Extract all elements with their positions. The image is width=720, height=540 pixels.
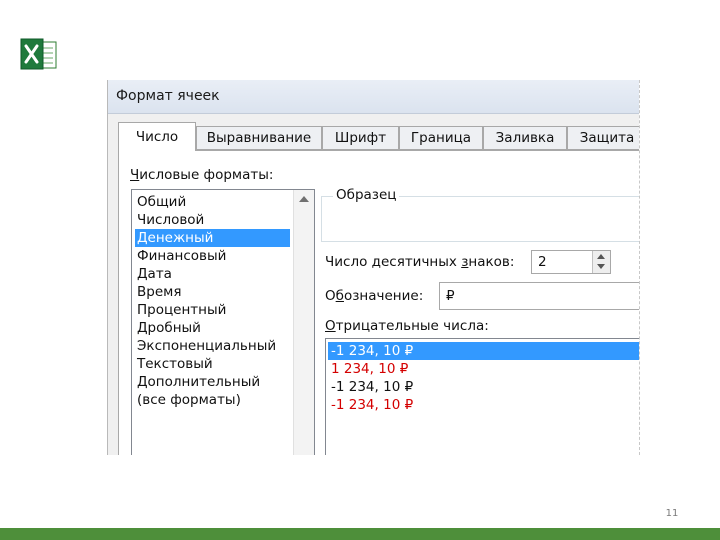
dialog-title: Формат ячеек xyxy=(116,88,220,104)
format-item-text[interactable]: Текстовый xyxy=(135,355,290,373)
format-item-date[interactable]: Дата xyxy=(135,265,290,283)
footer-bar xyxy=(0,528,720,540)
format-cells-dialog: Формат ячеек Число Выравнивание Шрифт Гр… xyxy=(107,80,640,455)
symbol-label: Обозначение: xyxy=(325,288,423,304)
negatives-label-text: трицательные числа: xyxy=(335,318,489,334)
format-item-accounting[interactable]: Финансовый xyxy=(135,247,290,265)
format-item-fraction[interactable]: Дробный xyxy=(135,319,290,337)
format-item-percentage[interactable]: Процентный xyxy=(135,301,290,319)
slide-number: 11 xyxy=(665,508,679,519)
format-item-time[interactable]: Время xyxy=(135,283,290,301)
list-scrollbar[interactable] xyxy=(293,190,314,455)
decimals-label-b: наков: xyxy=(468,254,515,270)
negatives-label: Отрицательные числа: xyxy=(325,318,489,334)
decimals-stepper[interactable]: 2 xyxy=(531,250,611,274)
decimals-label: Число десятичных знаков: xyxy=(325,254,514,270)
number-formats-label-text: исловые форматы: xyxy=(139,167,274,183)
number-formats-label: Числовые форматы: xyxy=(130,167,273,183)
decimals-label-a: Число десятичных xyxy=(325,254,462,270)
format-item-custom[interactable]: (все форматы) xyxy=(135,391,290,409)
format-item-special[interactable]: Дополнительный xyxy=(135,373,290,391)
format-item-currency[interactable]: Денежный xyxy=(135,229,290,247)
tab-font[interactable]: Шрифт xyxy=(322,126,399,150)
format-item-number[interactable]: Числовой xyxy=(135,211,290,229)
scroll-up-icon[interactable] xyxy=(299,196,309,202)
decimals-value[interactable]: 2 xyxy=(538,254,547,270)
symbol-label-b: означение: xyxy=(343,288,424,304)
stepper-buttons[interactable] xyxy=(592,251,610,273)
negative-option-1[interactable]: -1 234, 10 ₽ xyxy=(328,342,639,360)
format-item-scientific[interactable]: Экспоненциальный xyxy=(135,337,290,355)
currency-symbol-value[interactable]: ₽ xyxy=(446,288,455,304)
negative-option-2[interactable]: 1 234, 10 ₽ xyxy=(328,360,639,378)
currency-symbol-select[interactable]: ₽ xyxy=(439,282,639,310)
excel-icon xyxy=(20,38,58,72)
sample-label: Образец xyxy=(333,187,400,203)
format-item-general[interactable]: Общий xyxy=(135,193,290,211)
number-formats-list[interactable]: Общий Числовой Денежный Финансовый Дата … xyxy=(131,189,315,455)
tab-alignment[interactable]: Выравнивание xyxy=(196,126,322,150)
symbol-label-a: О xyxy=(325,288,336,304)
stepper-up-icon[interactable] xyxy=(597,254,605,259)
negative-option-3[interactable]: -1 234, 10 ₽ xyxy=(328,378,639,396)
negative-numbers-list[interactable]: -1 234, 10 ₽ 1 234, 10 ₽ -1 234, 10 ₽ -1… xyxy=(325,338,639,455)
tab-protection[interactable]: Защита xyxy=(567,126,639,150)
dialog-titlebar: Формат ячеек xyxy=(108,80,639,114)
tab-border[interactable]: Граница xyxy=(399,126,483,150)
symbol-label-accel: б xyxy=(335,288,344,304)
negative-option-4[interactable]: -1 234, 10 ₽ xyxy=(328,396,639,414)
negatives-label-accel: О xyxy=(325,318,336,334)
tab-number[interactable]: Число xyxy=(118,122,196,151)
tab-fill[interactable]: Заливка xyxy=(483,126,567,150)
number-formats-label-accel: Ч xyxy=(130,167,140,183)
stepper-down-icon[interactable] xyxy=(597,264,605,269)
